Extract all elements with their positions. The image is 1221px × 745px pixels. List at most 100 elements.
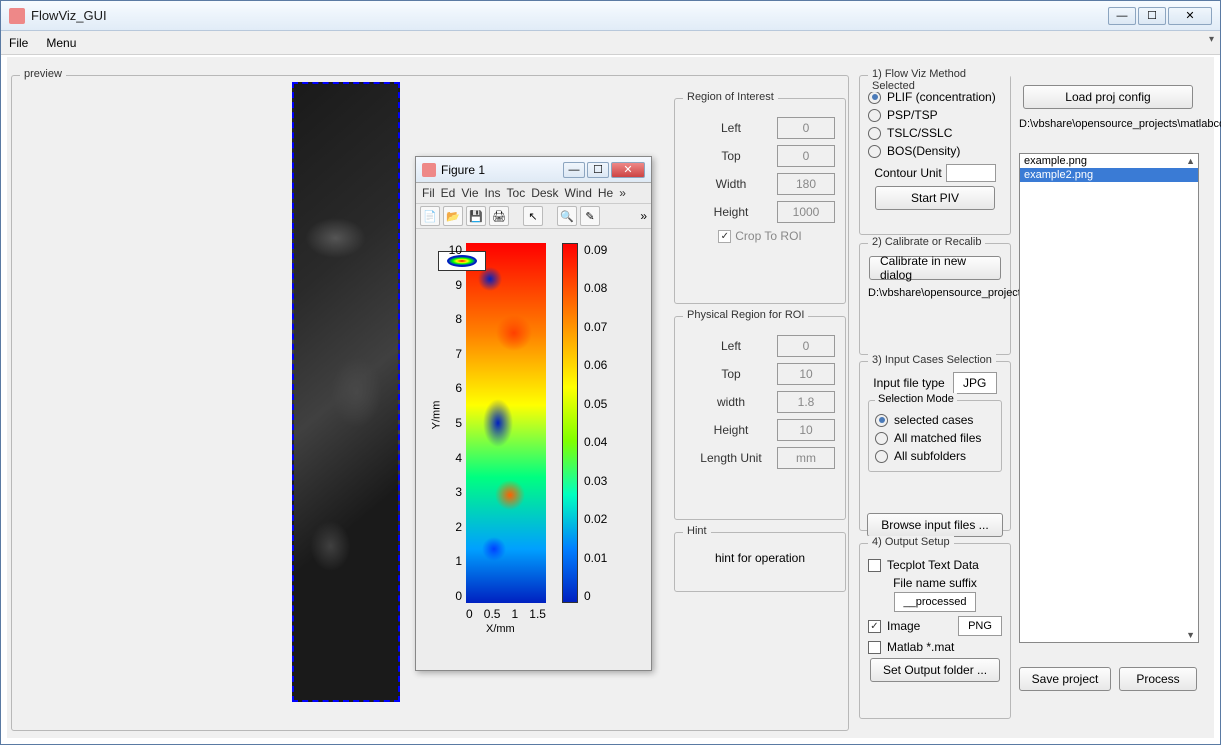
scroll-down-icon[interactable]: ▼ bbox=[1186, 630, 1195, 640]
figure-minimize-button[interactable]: — bbox=[563, 162, 585, 178]
browse-input-button[interactable]: Browse input files ... bbox=[867, 513, 1003, 537]
roi-width-label: Width bbox=[685, 177, 777, 191]
zoom-icon[interactable]: 🔍 bbox=[557, 206, 577, 226]
menu-file[interactable]: File bbox=[9, 36, 28, 50]
method-title: 1) Flow Viz Method Selected bbox=[868, 68, 1010, 92]
input-title: 3) Input Cases Selection bbox=[868, 354, 996, 366]
new-figure-icon[interactable]: 📄 bbox=[420, 206, 440, 226]
figure-titlebar[interactable]: Figure 1 — ☐ ✕ bbox=[416, 157, 651, 183]
contour-label: Contour Unit bbox=[874, 166, 941, 180]
plot-legend[interactable] bbox=[438, 251, 486, 271]
fig-menu-help[interactable]: He bbox=[598, 186, 613, 200]
fig-menu-window[interactable]: Wind bbox=[565, 186, 592, 200]
content-area: preview Figure 1 — ☐ ✕ bbox=[7, 57, 1214, 738]
fig-menu-view[interactable]: Vie bbox=[461, 186, 478, 200]
preview-title: preview bbox=[20, 68, 66, 80]
close-button[interactable]: ✕ bbox=[1168, 7, 1212, 25]
radio-icon bbox=[868, 145, 881, 158]
fig-menu-insert[interactable]: Ins bbox=[485, 186, 501, 200]
figure-maximize-button[interactable]: ☐ bbox=[587, 162, 609, 178]
radio-plif[interactable]: PLIF (concentration) bbox=[868, 90, 1002, 104]
plot-heatmap bbox=[466, 243, 546, 603]
radio-icon bbox=[868, 109, 881, 122]
start-piv-button[interactable]: Start PIV bbox=[875, 186, 995, 210]
minimize-button[interactable]: — bbox=[1108, 7, 1136, 25]
phys-top-label: Top bbox=[685, 367, 777, 381]
toolbar-overflow-icon[interactable]: » bbox=[640, 209, 647, 223]
selection-mode-group: Selection Mode selected cases All matche… bbox=[868, 400, 1002, 472]
main-window: FlowViz_GUI — ☐ ✕ File Menu ▾ preview Fi… bbox=[0, 0, 1221, 745]
fig-menu-desktop[interactable]: Desk bbox=[531, 186, 558, 200]
roi-top-label: Top bbox=[685, 149, 777, 163]
crop-label: Crop To ROI bbox=[735, 229, 801, 243]
phys-title: Physical Region for ROI bbox=[683, 309, 808, 321]
matlab-checkbox[interactable] bbox=[868, 641, 881, 654]
x-axis-label: X/mm bbox=[486, 623, 515, 635]
figure-icon bbox=[422, 163, 436, 177]
contour-unit-input[interactable] bbox=[946, 164, 996, 182]
selmode-title: Selection Mode bbox=[875, 393, 957, 405]
app-icon bbox=[9, 8, 25, 24]
figure-toolbar: 📄 📂 💾 🖨 ↖ 🔍 ✎ » bbox=[416, 203, 651, 229]
input-ftype-input[interactable] bbox=[953, 372, 997, 394]
radio-psp[interactable]: PSP/TSP bbox=[868, 108, 1002, 122]
brush-icon[interactable]: ✎ bbox=[580, 206, 600, 226]
phys-height-label: Height bbox=[685, 423, 777, 437]
scroll-up-icon[interactable]: ▲ bbox=[1186, 156, 1195, 166]
preview-swirl bbox=[294, 84, 398, 700]
fig-menu-tools[interactable]: Toc bbox=[507, 186, 526, 200]
colorbar bbox=[562, 243, 578, 603]
radio-all-matched[interactable]: All matched files bbox=[875, 431, 995, 445]
phys-left-input[interactable] bbox=[777, 335, 835, 357]
roi-width-input[interactable] bbox=[777, 173, 835, 195]
menubar-overflow-icon[interactable]: ▾ bbox=[1209, 34, 1214, 45]
save-project-button[interactable]: Save project bbox=[1019, 667, 1111, 691]
list-item[interactable]: example.png bbox=[1020, 154, 1198, 168]
plot-overlay bbox=[466, 243, 546, 603]
figure-window: Figure 1 — ☐ ✕ Fil Ed Vie Ins Toc Desk W… bbox=[415, 156, 652, 671]
save-icon[interactable]: 💾 bbox=[466, 206, 486, 226]
set-output-folder-button[interactable]: Set Output folder ... bbox=[870, 658, 1000, 682]
hint-text: hint for operation bbox=[683, 551, 837, 565]
load-proj-button[interactable]: Load proj config bbox=[1023, 85, 1193, 109]
phys-top-input[interactable] bbox=[777, 363, 835, 385]
image-checkbox[interactable] bbox=[868, 620, 881, 633]
crop-checkbox[interactable] bbox=[718, 230, 731, 243]
roi-left-label: Left bbox=[685, 121, 777, 135]
image-format-input[interactable] bbox=[958, 616, 1002, 636]
y-axis-ticks: 10 9 8 7 6 5 4 3 2 1 0 bbox=[448, 243, 462, 603]
file-listbox[interactable]: example.png example2.png ▲ ▼ bbox=[1019, 153, 1199, 643]
radio-selected-cases[interactable]: selected cases bbox=[875, 413, 995, 427]
figure-plot[interactable]: 10 9 8 7 6 5 4 3 2 1 0 0 0.5 bbox=[416, 229, 651, 667]
radio-all-subfolders[interactable]: All subfolders bbox=[875, 449, 995, 463]
hint-title: Hint bbox=[683, 525, 711, 537]
radio-bos[interactable]: BOS(Density) bbox=[868, 144, 1002, 158]
x-axis-ticks: 0 0.5 1 1.5 bbox=[466, 607, 546, 621]
phys-height-input[interactable] bbox=[777, 419, 835, 441]
phys-width-input[interactable] bbox=[777, 391, 835, 413]
calibrate-group: 2) Calibrate or Recalib Calibrate in new… bbox=[859, 243, 1011, 355]
maximize-button[interactable]: ☐ bbox=[1138, 7, 1166, 25]
method-group: 1) Flow Viz Method Selected PLIF (concen… bbox=[859, 75, 1011, 235]
preview-image[interactable] bbox=[292, 82, 400, 702]
pointer-icon[interactable]: ↖ bbox=[523, 206, 543, 226]
roi-height-input[interactable] bbox=[777, 201, 835, 223]
roi-left-input[interactable] bbox=[777, 117, 835, 139]
phys-unit-input[interactable] bbox=[777, 447, 835, 469]
figure-close-button[interactable]: ✕ bbox=[611, 162, 645, 178]
suffix-input[interactable] bbox=[894, 592, 976, 612]
process-button[interactable]: Process bbox=[1119, 667, 1197, 691]
open-icon[interactable]: 📂 bbox=[443, 206, 463, 226]
fig-menu-file[interactable]: Fil bbox=[422, 186, 435, 200]
calibrate-button[interactable]: Calibrate in new dialog bbox=[869, 256, 1001, 280]
titlebar: FlowViz_GUI — ☐ ✕ bbox=[1, 1, 1220, 31]
print-icon[interactable]: 🖨 bbox=[489, 206, 509, 226]
fig-menu-overflow-icon[interactable]: » bbox=[619, 186, 626, 200]
radio-tslc[interactable]: TSLC/SSLC bbox=[868, 126, 1002, 140]
roi-top-input[interactable] bbox=[777, 145, 835, 167]
tecplot-checkbox[interactable] bbox=[868, 559, 881, 572]
menu-menu[interactable]: Menu bbox=[46, 36, 76, 50]
fig-menu-edit[interactable]: Ed bbox=[441, 186, 456, 200]
phys-unit-label: Length Unit bbox=[685, 451, 777, 465]
list-item[interactable]: example2.png bbox=[1020, 168, 1198, 182]
